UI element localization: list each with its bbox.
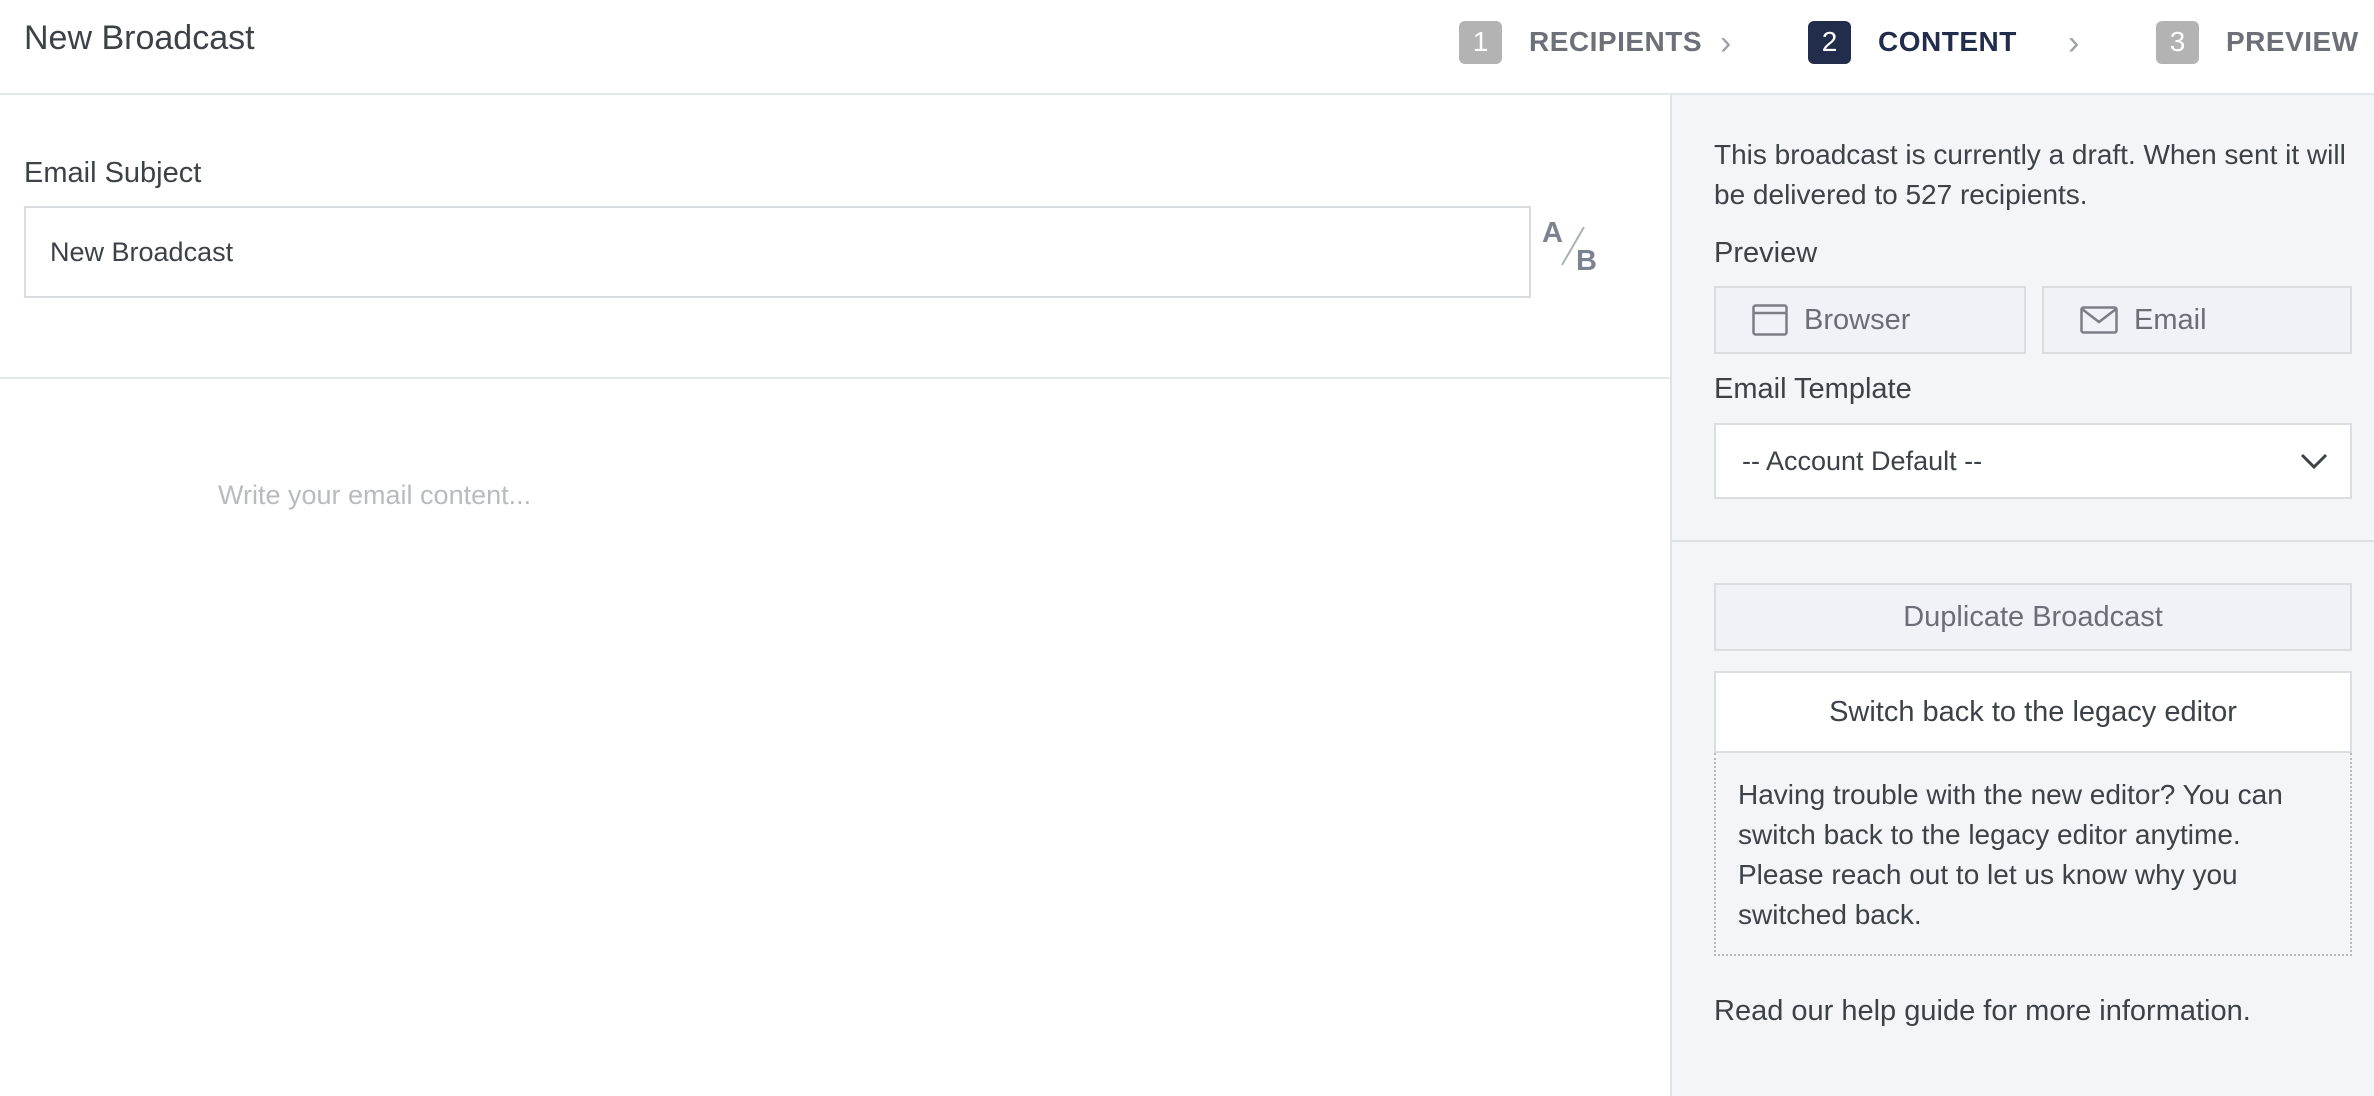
ab-letter-b: B [1576,245,1597,277]
duplicate-broadcast-button[interactable]: Duplicate Broadcast [1714,583,2352,651]
help-guide-link[interactable]: Read our help guide for more information… [1714,995,2251,1028]
sidebar-divider [1672,540,2374,542]
preview-email-label: Email [2134,303,2207,336]
step-recipients[interactable]: 1 RECIPIENTS [1459,20,1702,64]
preview-label: Preview [1714,237,1818,269]
legacy-editor-help-text: Having trouble with the new editor? You … [1714,753,2352,956]
step-number: 3 [2156,20,2199,64]
step-number: 1 [1459,20,1502,64]
switch-legacy-editor-button[interactable]: Switch back to the legacy editor [1714,671,2352,753]
template-label: Email Template [1714,373,1912,405]
page-title: New Broadcast [24,19,255,57]
browser-window-icon [1752,304,1788,336]
template-select[interactable]: -- Account Default -- [1714,423,2352,499]
envelope-icon [2080,306,2118,334]
step-content[interactable]: 2 CONTENT [1808,20,2017,64]
chevron-right-icon: › [1720,24,1732,62]
draft-notice: This broadcast is currently a draft. Whe… [1714,139,2346,210]
step-label: PREVIEW [2226,26,2359,57]
content-editor-panel: Email Subject A B Write your email conte… [0,95,1672,1096]
preview-email-button[interactable]: Email [2042,286,2352,354]
settings-sidebar: This broadcast is currently a draft. Whe… [1672,95,2374,1096]
step-label: RECIPIENTS [1529,26,1703,57]
subject-label: Email Subject [24,157,202,189]
ab-split-icon[interactable]: A B [1540,217,1600,277]
step-label: CONTENT [1878,26,2017,57]
template-selected-value: -- Account Default -- [1742,445,1983,476]
subject-section: Email Subject A B [0,95,1670,379]
chevron-right-icon: › [2068,24,2080,62]
step-number: 2 [1808,20,1851,64]
chevron-down-icon [2300,453,2328,470]
preview-browser-label: Browser [1804,303,1911,336]
wizard-steps: 1 RECIPIENTS › 2 CONTENT › 3 PREVIEW [1459,20,2358,64]
top-bar: New Broadcast 1 RECIPIENTS › 2 CONTENT ›… [0,0,2374,95]
step-preview[interactable]: 3 PREVIEW [2156,20,2359,64]
preview-browser-button[interactable]: Browser [1714,286,2026,354]
email-content-editor[interactable]: Write your email content... [218,480,531,511]
subject-input[interactable] [24,206,1531,298]
